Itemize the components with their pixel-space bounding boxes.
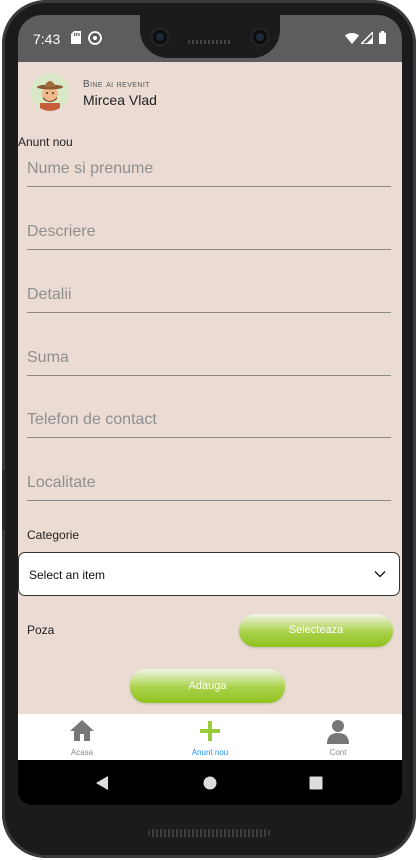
avatar[interactable] bbox=[31, 73, 69, 111]
name-field bbox=[27, 152, 391, 187]
chevron-down-icon bbox=[373, 567, 387, 581]
tab-account[interactable]: Cont bbox=[274, 714, 402, 760]
bottom-speaker bbox=[148, 829, 270, 837]
home-button-icon[interactable] bbox=[203, 776, 217, 795]
screen: 7:43 Bine ai revenit Mircea Vlad Anunt n… bbox=[18, 15, 402, 805]
phone-field bbox=[27, 403, 391, 438]
person-icon bbox=[324, 718, 352, 744]
details-field bbox=[27, 278, 391, 313]
details-input[interactable] bbox=[27, 278, 391, 312]
select-photo-button[interactable]: Selecteaza bbox=[239, 614, 393, 647]
locality-field bbox=[27, 466, 391, 501]
tab-account-label: Cont bbox=[329, 748, 347, 757]
front-camera bbox=[150, 27, 170, 47]
status-bar: 7:43 bbox=[18, 15, 402, 62]
bottom-tab-bar: Acasa Anunt nou Cont bbox=[18, 714, 402, 760]
side-button bbox=[2, 470, 5, 530]
front-camera-2 bbox=[250, 27, 270, 47]
phone-input[interactable] bbox=[27, 403, 391, 437]
description-field bbox=[27, 215, 391, 250]
amount-input[interactable] bbox=[27, 341, 391, 375]
notch bbox=[140, 15, 280, 58]
user-name: Mircea Vlad bbox=[83, 92, 157, 108]
name-input[interactable] bbox=[27, 152, 391, 186]
category-label: Categorie bbox=[27, 528, 80, 542]
back-icon[interactable] bbox=[95, 775, 109, 796]
category-select[interactable]: Select an item bbox=[18, 552, 400, 596]
tab-new-ad-label: Anunt nou bbox=[191, 748, 229, 757]
status-time: 7:43 bbox=[33, 31, 61, 47]
phone-frame: 7:43 Bine ai revenit Mircea Vlad Anunt n… bbox=[2, 0, 416, 858]
plus-icon bbox=[196, 718, 224, 744]
add-button[interactable]: Adauga bbox=[130, 669, 285, 703]
sd-card-icon bbox=[71, 31, 81, 47]
wifi-icon bbox=[345, 32, 359, 47]
tab-home[interactable]: Acasa bbox=[18, 714, 146, 760]
tab-home-label: Acasa bbox=[70, 748, 94, 757]
earpiece bbox=[188, 40, 232, 44]
locality-input[interactable] bbox=[27, 466, 391, 500]
system-nav-bar bbox=[18, 760, 402, 805]
category-select-value: Select an item bbox=[29, 568, 106, 582]
amount-field bbox=[27, 341, 391, 376]
welcome-text: Bine ai revenit bbox=[83, 79, 150, 90]
recents-icon[interactable] bbox=[309, 776, 323, 795]
sync-icon bbox=[88, 31, 102, 48]
home-icon bbox=[68, 718, 96, 744]
app-content: Bine ai revenit Mircea Vlad Anunt nou Ca… bbox=[18, 62, 402, 714]
form-title: Anunt nou bbox=[18, 135, 73, 149]
description-input[interactable] bbox=[27, 215, 391, 249]
battery-icon bbox=[379, 31, 386, 47]
signal-icon bbox=[359, 30, 374, 47]
tab-new-ad[interactable]: Anunt nou bbox=[146, 714, 274, 760]
photo-label: Poza bbox=[27, 623, 55, 637]
